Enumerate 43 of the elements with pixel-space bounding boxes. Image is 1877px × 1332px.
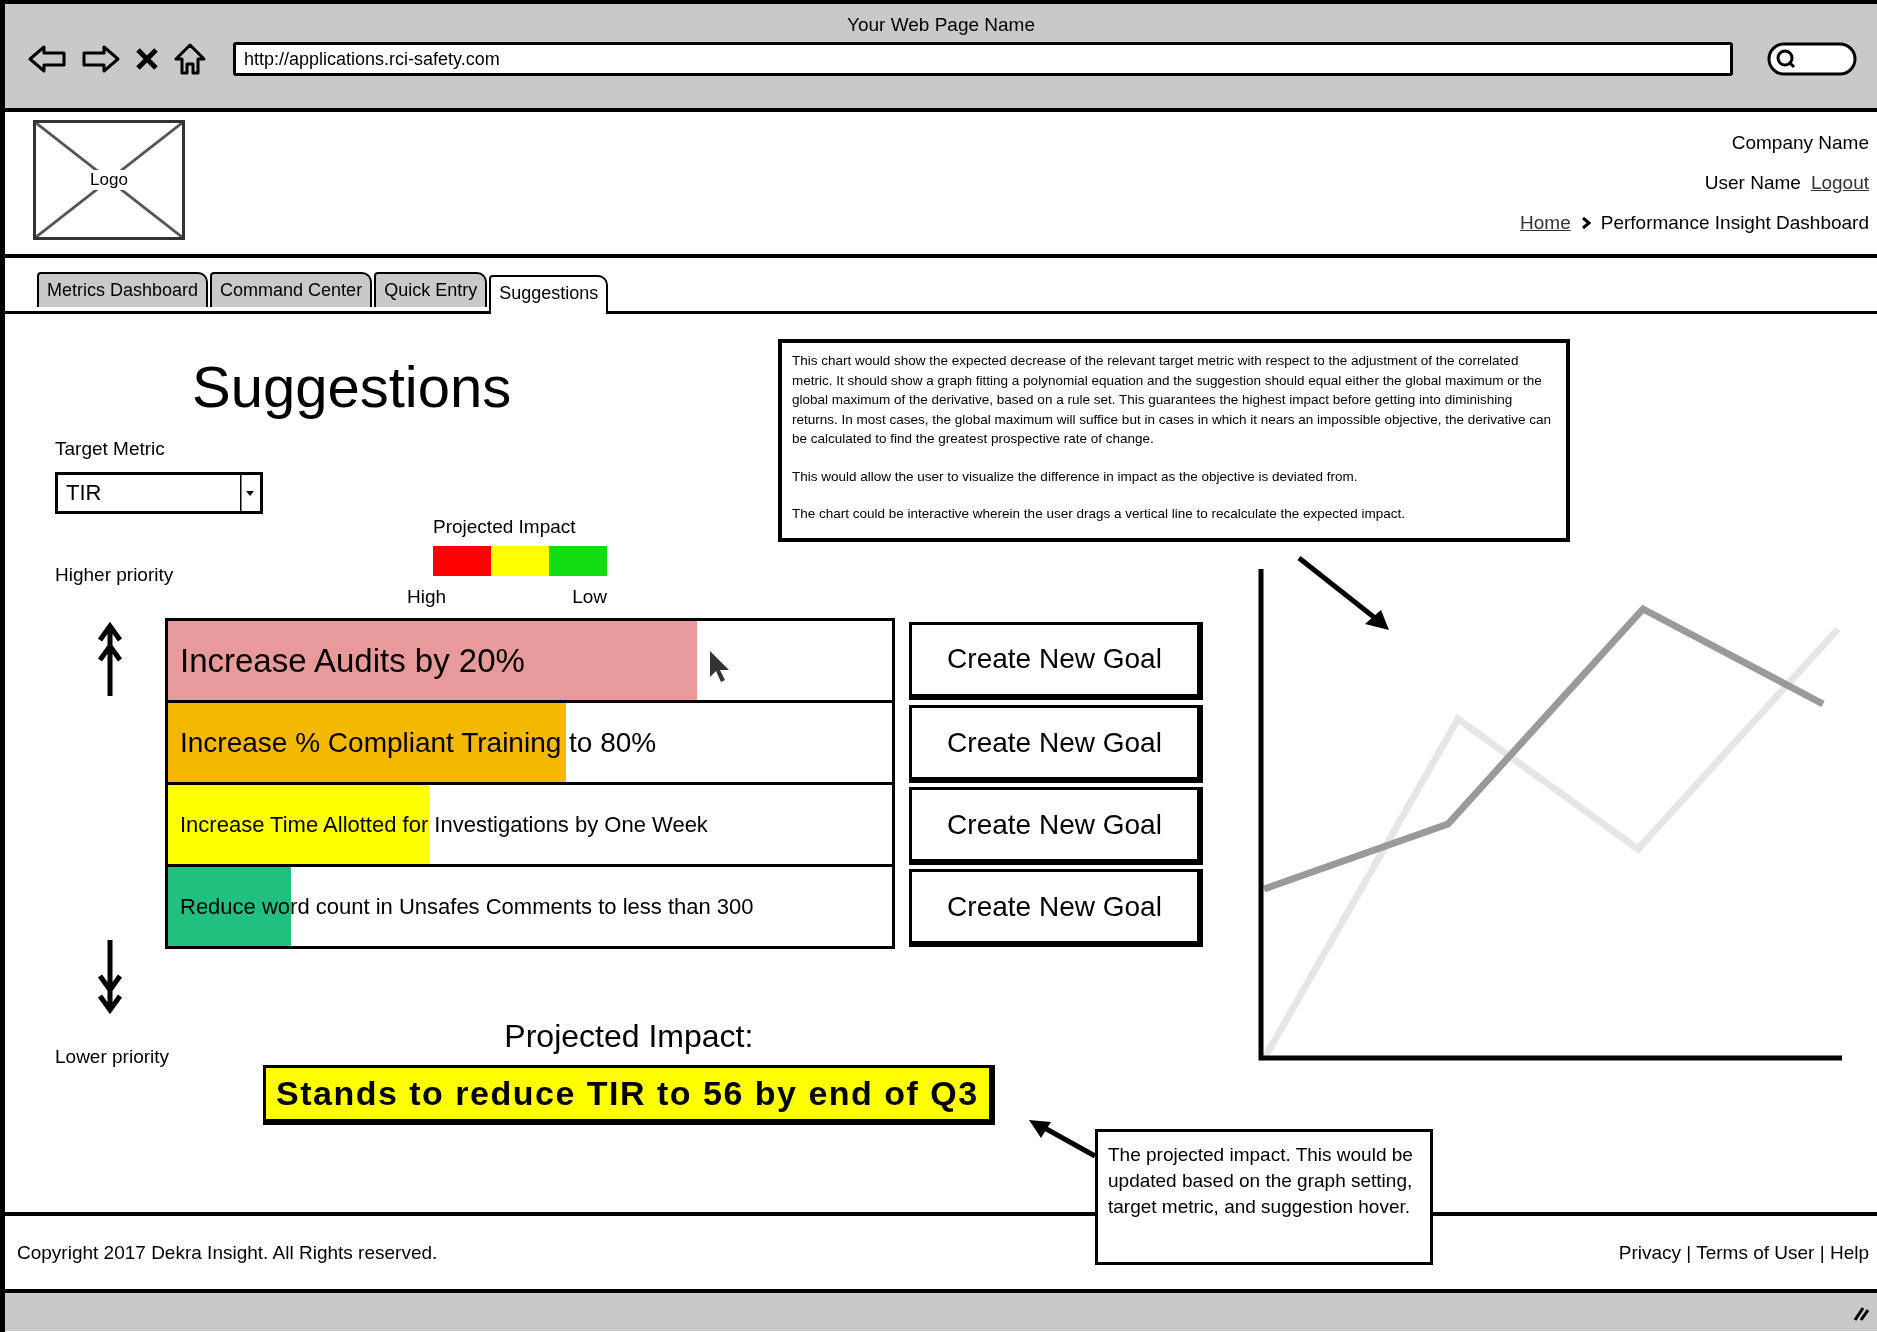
copyright-text: Copyright 2017 Dekra Insight. All Rights reserved. bbox=[17, 1241, 438, 1264]
create-goal-button[interactable]: Create New Goal bbox=[909, 621, 1203, 700]
breadcrumb-current: Performance Insight Dashboard bbox=[1600, 212, 1869, 234]
target-metric-dropdown[interactable]: TIR bbox=[55, 472, 263, 514]
back-icon[interactable] bbox=[27, 44, 67, 74]
footer-links[interactable]: Privacy | Terms of User | Help bbox=[1618, 1241, 1869, 1264]
company-name: Company Name bbox=[1731, 132, 1869, 154]
projected-impact-heading: Projected Impact: bbox=[504, 1018, 754, 1055]
higher-priority-label: Higher priority bbox=[55, 564, 175, 586]
tab[interactable]: Suggestions bbox=[489, 275, 609, 314]
note-paragraph: This chart would show the expected decrease of the relevant target metric with respect to the adjustment of the correlated metric. It should show a graph fitting a polynomial equation and the suggestion should equal either the global maximum or the global maximum of the derivative, based on a rule set. This guarantees the highest impact before getting into diminishing returns. In most cases, the global maximum will suffice but in cases in which it nears an impossible objective, the derivative can be calculated to find the greatest prospective rate of change. bbox=[792, 352, 1553, 448]
logout-link[interactable]: Logout bbox=[1810, 172, 1869, 194]
note-paragraph: This would allow the user to visualize the difference in impact as the objective is deviated from. bbox=[792, 467, 1359, 486]
high-label: High bbox=[407, 586, 447, 608]
suggestion-text: Increase Audits by 20% bbox=[179, 641, 525, 680]
suggestion-bar[interactable]: Increase Time Allotted for Investigations by One Week bbox=[165, 782, 895, 867]
close-icon[interactable] bbox=[135, 47, 159, 71]
tab[interactable]: Command Center bbox=[210, 272, 373, 307]
user-name: User Name bbox=[1704, 172, 1801, 194]
cursor-icon bbox=[708, 649, 732, 685]
note-paragraph: The chart could be interactive wherein the user drags a vertical line to recalculate the expected impact. bbox=[792, 505, 1407, 523]
create-goal-button[interactable]: Create New Goal bbox=[909, 705, 1203, 783]
low-label: Low bbox=[572, 586, 607, 608]
suggestion-text: Increase % Compliant Training to 80% bbox=[179, 726, 657, 759]
breadcrumb-home-link[interactable]: Home bbox=[1520, 212, 1571, 234]
target-metric-label: Target Metric bbox=[55, 438, 165, 460]
tab[interactable]: Quick Entry bbox=[374, 272, 488, 307]
suggestion-bar[interactable]: Increase Audits by 20% bbox=[165, 618, 895, 703]
home-icon[interactable] bbox=[173, 42, 207, 76]
projected-impact-value: Stands to reduce TIR to 56 by end of Q3 bbox=[263, 1065, 995, 1125]
lower-priority-label: Lower priority bbox=[55, 1046, 171, 1069]
suggestion-bar[interactable]: Increase % Compliant Training to 80% bbox=[165, 700, 895, 785]
legend-title: Projected Impact bbox=[433, 516, 576, 538]
impact-note: The projected impact. This would be updated based on the graph setting, target metric, and suggestion hover. bbox=[1095, 1129, 1433, 1265]
window-title: Your Web Page Name bbox=[847, 14, 1035, 36]
search-icon[interactable] bbox=[1767, 42, 1857, 76]
suggestion-text: Increase Time Allotted for Investigations by One Week bbox=[179, 811, 708, 838]
forward-icon[interactable] bbox=[81, 44, 121, 74]
create-goal-button[interactable]: Create New Goal bbox=[909, 869, 1203, 947]
address-field[interactable]: http://applications.rci-safety.com bbox=[233, 42, 1733, 76]
chevron-icon bbox=[1580, 216, 1591, 230]
tab[interactable]: Metrics Dashboard bbox=[37, 272, 209, 307]
create-goal-button[interactable]: Create New Goal bbox=[909, 787, 1203, 865]
